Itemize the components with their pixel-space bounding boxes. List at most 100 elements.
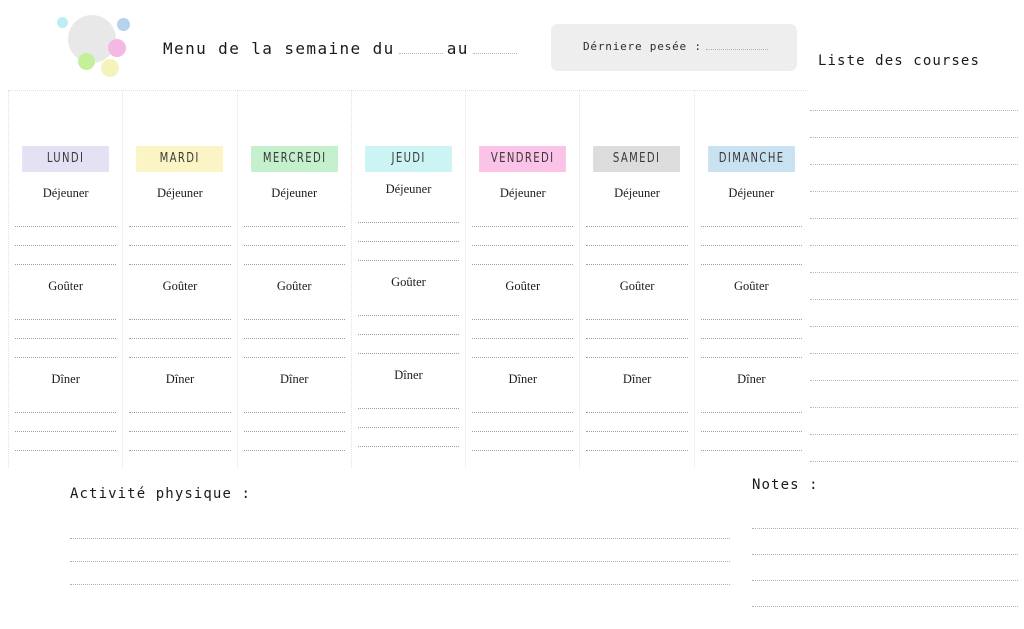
meal-label: Goûter xyxy=(619,279,655,293)
day-header-mardi[interactable]: MARDI xyxy=(129,146,230,172)
meal-entry-line[interactable] xyxy=(243,301,345,320)
meal-entry-line[interactable] xyxy=(357,390,460,409)
meal-entry-line[interactable] xyxy=(586,227,688,246)
meal-entry-line[interactable] xyxy=(586,394,688,413)
activity-line[interactable] xyxy=(70,516,730,539)
meal-entry-line[interactable] xyxy=(700,320,802,339)
shopping-list-line[interactable] xyxy=(810,354,1018,381)
meal-entry-line[interactable] xyxy=(700,339,802,358)
meal-entry-lines xyxy=(129,208,231,265)
meal-entry-line[interactable] xyxy=(357,223,460,242)
meal-entry-line[interactable] xyxy=(129,227,231,246)
meal-entry-line[interactable] xyxy=(700,394,802,413)
meal-entry-line[interactable] xyxy=(586,301,688,320)
shopping-list-line[interactable] xyxy=(810,300,1018,327)
notes-lines[interactable] xyxy=(752,503,1018,607)
meal-entry-line[interactable] xyxy=(15,432,117,451)
notes-line[interactable] xyxy=(752,581,1018,607)
week-start-date-blank[interactable] xyxy=(398,46,443,54)
week-end-date-blank[interactable] xyxy=(472,46,517,54)
meal-entry-line[interactable] xyxy=(243,227,345,246)
meal-entry-line[interactable] xyxy=(472,432,574,451)
meal-entry-line[interactable] xyxy=(15,413,117,432)
meal-entry-line[interactable] xyxy=(15,320,117,339)
meal-entry-line[interactable] xyxy=(243,394,345,413)
meal-entry-line[interactable] xyxy=(586,246,688,265)
shopping-list-lines[interactable] xyxy=(810,84,1018,462)
meal-entry-line[interactable] xyxy=(472,339,574,358)
meal-entry-line[interactable] xyxy=(129,301,231,320)
shopping-list-line[interactable] xyxy=(810,165,1018,192)
last-weigh-in-box[interactable]: Dérniere pesée : xyxy=(551,24,797,71)
meal-entry-line[interactable] xyxy=(129,432,231,451)
day-header-mercredi[interactable]: MERCREDI xyxy=(244,146,345,172)
meal-entry-line[interactable] xyxy=(129,413,231,432)
meal-entry-line[interactable] xyxy=(700,227,802,246)
shopping-list-line[interactable] xyxy=(810,381,1018,408)
meal-entry-line[interactable] xyxy=(472,413,574,432)
meal-entry-line[interactable] xyxy=(243,432,345,451)
last-weigh-in-blank[interactable] xyxy=(705,43,768,50)
meal-entry-line[interactable] xyxy=(15,246,117,265)
meal-entry-line[interactable] xyxy=(15,227,117,246)
activity-line[interactable] xyxy=(70,562,730,585)
meal-entry-line[interactable] xyxy=(700,432,802,451)
notes-line[interactable] xyxy=(752,503,1018,529)
meal-entry-line[interactable] xyxy=(357,316,460,335)
day-header-dimanche[interactable]: DIMANCHE xyxy=(701,146,802,172)
meal-entry-line[interactable] xyxy=(472,301,574,320)
day-header-vendredi[interactable]: VENDREDI xyxy=(472,146,573,172)
notes-line[interactable] xyxy=(752,555,1018,581)
meal-entry-line[interactable] xyxy=(472,246,574,265)
activity-lines[interactable] xyxy=(70,516,730,585)
meal-entry-line[interactable] xyxy=(472,208,574,227)
meal-entry-line[interactable] xyxy=(472,227,574,246)
meal-entry-line[interactable] xyxy=(243,208,345,227)
meal-entry-line[interactable] xyxy=(243,339,345,358)
meal-entry-line[interactable] xyxy=(357,297,460,316)
meal-entry-line[interactable] xyxy=(129,208,231,227)
meal-entry-line[interactable] xyxy=(357,335,460,354)
meal-entry-line[interactable] xyxy=(15,394,117,413)
meal-entry-line[interactable] xyxy=(129,394,231,413)
day-header-jeudi[interactable]: JEUDI xyxy=(358,146,459,172)
shopping-list-line[interactable] xyxy=(810,273,1018,300)
shopping-list-line[interactable] xyxy=(810,327,1018,354)
shopping-list-line[interactable] xyxy=(810,138,1018,165)
day-header-samedi[interactable]: SAMEDI xyxy=(586,146,687,172)
meal-entry-line[interactable] xyxy=(700,246,802,265)
activity-line[interactable] xyxy=(70,539,730,562)
meal-entry-line[interactable] xyxy=(700,413,802,432)
meal-entry-line[interactable] xyxy=(357,204,460,223)
shopping-list-line[interactable] xyxy=(810,408,1018,435)
meal-entry-line[interactable] xyxy=(586,320,688,339)
meal-entry-line[interactable] xyxy=(357,409,460,428)
meal-entry-line[interactable] xyxy=(243,246,345,265)
meal-entry-line[interactable] xyxy=(357,428,460,447)
meal-entry-line[interactable] xyxy=(700,301,802,320)
meal-entry-line[interactable] xyxy=(700,208,802,227)
meal-entry-line[interactable] xyxy=(15,339,117,358)
shopping-list-line[interactable] xyxy=(810,435,1018,462)
day-header-lundi[interactable]: LUNDI xyxy=(15,146,116,172)
meal-entry-line[interactable] xyxy=(243,320,345,339)
shopping-list-line[interactable] xyxy=(810,192,1018,219)
meal-entry-line[interactable] xyxy=(586,413,688,432)
meal-entry-line[interactable] xyxy=(357,242,460,261)
shopping-list-line[interactable] xyxy=(810,84,1018,111)
shopping-list-line[interactable] xyxy=(810,246,1018,273)
shopping-list-line[interactable] xyxy=(810,111,1018,138)
meal-entry-line[interactable] xyxy=(586,208,688,227)
meal-entry-line[interactable] xyxy=(129,320,231,339)
meal-entry-line[interactable] xyxy=(472,394,574,413)
meal-entry-line[interactable] xyxy=(15,301,117,320)
meal-entry-line[interactable] xyxy=(15,208,117,227)
meal-entry-line[interactable] xyxy=(586,339,688,358)
shopping-list-line[interactable] xyxy=(810,219,1018,246)
notes-line[interactable] xyxy=(752,529,1018,555)
meal-entry-line[interactable] xyxy=(243,413,345,432)
meal-entry-line[interactable] xyxy=(586,432,688,451)
meal-entry-line[interactable] xyxy=(129,339,231,358)
meal-entry-line[interactable] xyxy=(472,320,574,339)
meal-entry-line[interactable] xyxy=(129,246,231,265)
